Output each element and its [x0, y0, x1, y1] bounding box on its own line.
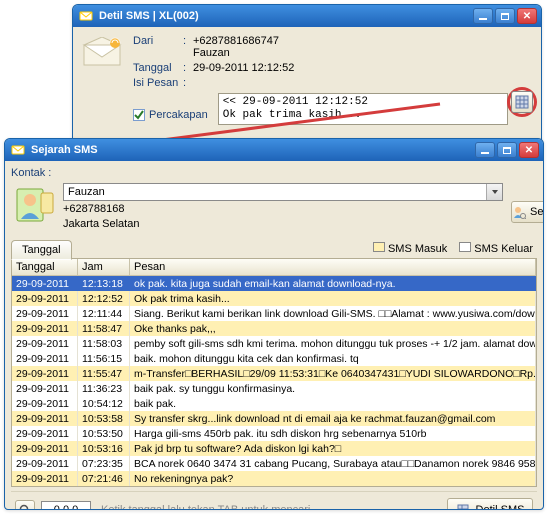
contact-phone: +628788168	[63, 203, 503, 216]
detil-sms-button[interactable]: Detil SMS	[447, 498, 533, 510]
search-hint: Ketik tanggal lalu tekan TAB untuk menca…	[97, 504, 441, 510]
message-label: Isi Pesan	[133, 77, 181, 89]
contact-combobox[interactable]	[63, 183, 503, 201]
window-title: Detil SMS | XL(002)	[99, 10, 467, 22]
sms-grid: Tanggal Jam Pesan 29-09-201112:13:18ok p…	[11, 259, 537, 487]
envelope-icon	[81, 37, 123, 71]
table-row[interactable]: 29-09-201107:21:46No rekeningnya pak?	[12, 471, 536, 486]
minimize-button[interactable]	[475, 142, 495, 158]
date-label: Tanggal	[133, 62, 181, 74]
table-row[interactable]: 29-09-201110:53:16Pak jd brp tu software…	[12, 441, 536, 456]
date-value: 29-09-2011 12:12:52	[193, 62, 533, 74]
table-row[interactable]: 29-09-201110:54:12baik pak.	[12, 396, 536, 411]
close-button[interactable]: ✕	[517, 8, 537, 24]
minimize-button[interactable]	[473, 8, 493, 24]
col-pesan[interactable]: Pesan	[130, 259, 536, 276]
close-button[interactable]: ✕	[519, 142, 539, 158]
contact-input[interactable]	[64, 184, 486, 200]
grid-header[interactable]: Tanggal Jam Pesan	[12, 259, 536, 276]
dropdown-button[interactable]	[486, 184, 502, 200]
search-input[interactable]	[41, 501, 91, 510]
from-label: Dari	[133, 35, 181, 47]
highlight-ring	[507, 87, 537, 117]
conversation-checkbox[interactable]: Percakapan	[133, 109, 208, 121]
table-row[interactable]: 29-09-201110:53:58Sy transfer skrg...lin…	[12, 411, 536, 426]
sms-icon	[79, 9, 93, 23]
from-name: Fauzan	[193, 47, 230, 59]
table-row[interactable]: 29-09-201112:12:52Ok pak trima kasih...	[12, 291, 536, 306]
grid-icon	[515, 95, 529, 109]
col-tanggal[interactable]: Tanggal	[12, 259, 78, 276]
table-row[interactable]: 29-09-201111:55:47m-Transfer□BERHASIL□29…	[12, 366, 536, 381]
table-row[interactable]: 29-09-201111:58:03pemby soft gili-sms sd…	[12, 336, 536, 351]
from-phone: +6287881686747	[193, 35, 279, 47]
contact-label: Kontak :	[11, 167, 537, 179]
history-button[interactable]: Sejarah	[511, 201, 544, 223]
table-row[interactable]: 29-09-201112:13:18ok pak. kita juga suda…	[12, 276, 536, 291]
table-row[interactable]: 29-09-201111:36:23baik pak. sy tunggu ko…	[12, 381, 536, 396]
history-button[interactable]	[511, 91, 533, 113]
search-button[interactable]	[15, 500, 35, 510]
titlebar[interactable]: Sejarah SMS ✕	[5, 139, 543, 161]
message-body[interactable]: << 29-09-2011 12:12:52 Ok pak trima kasi…	[218, 93, 508, 125]
maximize-button[interactable]	[495, 8, 515, 24]
window-sejarah-sms: Sejarah SMS ✕ Kontak : +628788168 Jakart…	[4, 138, 544, 510]
tab-tanggal[interactable]: Tanggal	[11, 240, 72, 260]
checkbox-icon	[133, 109, 145, 121]
legend-sms-masuk: SMS Masuk	[373, 242, 447, 255]
table-row[interactable]: 29-09-201112:11:44Siang. Berikut kami be…	[12, 306, 536, 321]
titlebar[interactable]: Detil SMS | XL(002) ✕	[73, 5, 541, 27]
maximize-button[interactable]	[497, 142, 517, 158]
person-search-icon	[512, 205, 526, 219]
contact-avatar-icon	[13, 183, 55, 225]
window-title: Sejarah SMS	[31, 144, 469, 156]
legend-sms-keluar: SMS Keluar	[459, 242, 533, 255]
contact-city: Jakarta Selatan	[63, 218, 503, 231]
table-row[interactable]: 29-09-201110:53:50Harga gili-sms 450rb p…	[12, 426, 536, 441]
window-detil-sms: Detil SMS | XL(002) ✕ Dari: +62878816867…	[72, 4, 542, 146]
detail-icon	[456, 503, 470, 510]
table-row[interactable]: 29-09-201111:58:47Oke thanks pak,,,	[12, 321, 536, 336]
chevron-down-icon	[491, 188, 499, 196]
col-jam[interactable]: Jam	[78, 259, 130, 276]
table-row[interactable]: 29-09-201107:23:35BCA norek 0640 3474 31…	[12, 456, 536, 471]
table-row[interactable]: 29-09-201111:56:15baik. mohon ditunggu k…	[12, 351, 536, 366]
grid-body[interactable]: 29-09-201112:13:18ok pak. kita juga suda…	[12, 276, 536, 486]
magnifier-icon	[19, 504, 31, 510]
history-icon	[11, 143, 25, 157]
